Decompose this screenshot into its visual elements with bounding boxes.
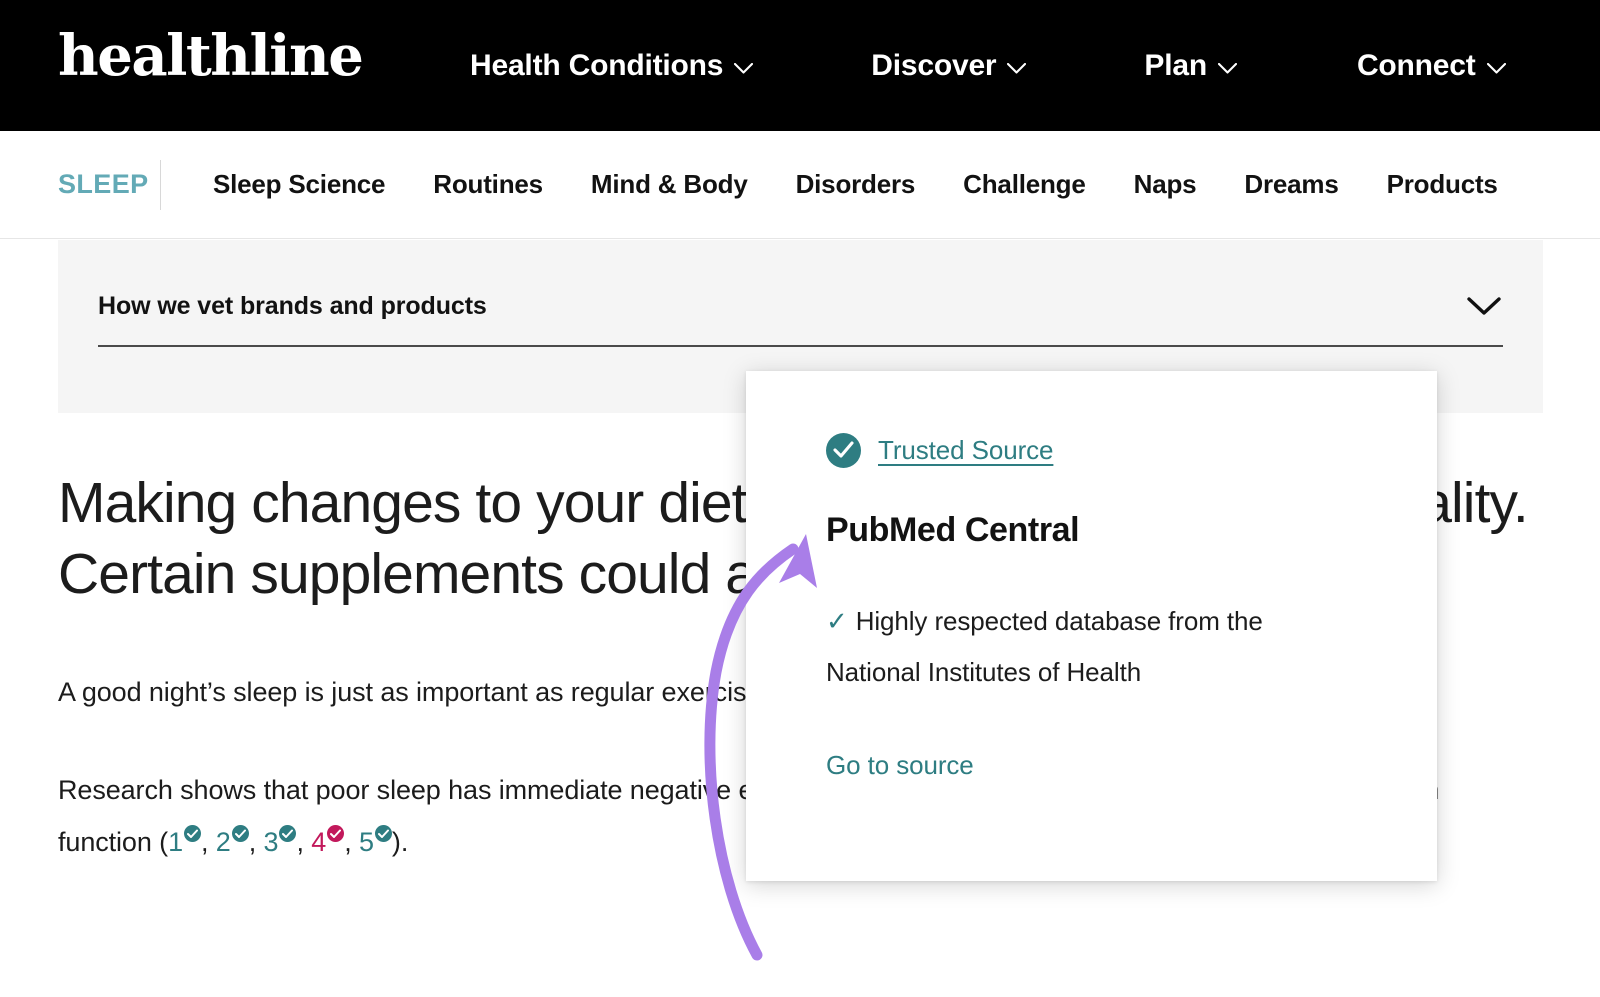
primary-navigation: Health Conditions Discover Plan Connect xyxy=(470,0,1506,131)
subnav-item-dreams[interactable]: Dreams xyxy=(1244,169,1338,200)
chevron-down-icon xyxy=(1486,63,1506,74)
chevron-down-icon xyxy=(1217,63,1237,74)
source-bullet: ✓ Highly respected database from the Nati… xyxy=(826,596,1346,698)
check-circle-icon xyxy=(327,825,345,842)
chevron-down-icon xyxy=(734,63,754,74)
citation-link-3[interactable]: 3 xyxy=(263,825,297,857)
source-bullet-text: Highly respected database from the Natio… xyxy=(826,606,1263,687)
subnav-item-mind-and-body[interactable]: Mind & Body xyxy=(591,169,748,200)
nav-item-label: Discover xyxy=(871,48,997,82)
citation-link-4[interactable]: 4 xyxy=(311,825,345,857)
subnav-item-naps[interactable]: Naps xyxy=(1134,169,1197,200)
page-root: healthline Health Conditions Discover Pl… xyxy=(0,0,1600,997)
subnav-item-products[interactable]: Products xyxy=(1387,169,1498,200)
check-circle-icon xyxy=(826,433,861,468)
how-we-vet-toggle[interactable]: How we vet brands and products xyxy=(98,292,1503,321)
subnav-item-challenge[interactable]: Challenge xyxy=(963,169,1086,200)
citation-separator: , xyxy=(296,827,312,857)
citation-number: 5 xyxy=(359,827,374,857)
nav-item-label: Plan xyxy=(1144,48,1207,82)
citation-link-2[interactable]: 2 xyxy=(215,825,249,857)
chevron-down-icon[interactable] xyxy=(1467,297,1501,316)
trusted-source-card: Trusted Source PubMed Central ✓ Highly re… xyxy=(746,371,1437,881)
nav-item-health-conditions[interactable]: Health Conditions xyxy=(470,48,754,83)
subnav-divider xyxy=(160,160,161,210)
site-masthead: healthline Health Conditions Discover Pl… xyxy=(0,0,1600,131)
paragraph-2-suffix: ). xyxy=(391,827,409,857)
nav-item-label: Connect xyxy=(1356,48,1476,82)
healthline-logo[interactable]: healthline xyxy=(58,28,364,84)
check-circle-icon xyxy=(374,825,392,842)
go-to-source-link[interactable]: Go to source xyxy=(826,750,974,781)
section-navigation: SLEEP Sleep Science Routines Mind & Body… xyxy=(0,131,1600,239)
chevron-down-icon xyxy=(1007,63,1027,74)
nav-item-connect[interactable]: Connect xyxy=(1357,49,1506,83)
citation-separator: , xyxy=(248,827,264,857)
citation-number: 3 xyxy=(263,827,279,857)
subnav-section-label[interactable]: SLEEP xyxy=(58,169,149,200)
citation-link-5[interactable]: 5 xyxy=(359,825,392,857)
nav-item-label: Health Conditions xyxy=(470,48,724,82)
check-circle-icon xyxy=(183,825,201,842)
citation-number: 1 xyxy=(168,827,183,857)
how-we-vet-rule xyxy=(98,345,1503,347)
subnav-item-disorders[interactable]: Disorders xyxy=(796,169,916,200)
trusted-source-card-content: Trusted Source PubMed Central ✓ Highly re… xyxy=(826,433,1366,781)
citation-separator: , xyxy=(344,827,359,857)
how-we-vet-title: How we vet brands and products xyxy=(98,292,487,320)
citation-separator: , xyxy=(200,827,216,857)
trusted-source-link[interactable]: Trusted Source xyxy=(878,435,1053,466)
check-circle-icon xyxy=(279,825,297,842)
nav-item-discover[interactable]: Discover xyxy=(871,48,1027,83)
nav-item-plan[interactable]: Plan xyxy=(1144,49,1237,83)
subnav-item-sleep-science[interactable]: Sleep Science xyxy=(213,169,385,200)
check-icon: ✓ xyxy=(826,606,848,636)
citation-link-1[interactable]: 1 xyxy=(168,825,201,857)
check-circle-icon xyxy=(231,825,249,842)
subnav-item-list: Sleep Science Routines Mind & Body Disor… xyxy=(213,169,1546,200)
subnav-item-routines[interactable]: Routines xyxy=(433,169,543,200)
citation-number: 2 xyxy=(215,827,231,857)
citation-number: 4 xyxy=(311,827,327,857)
trusted-source-row: Trusted Source xyxy=(826,433,1366,468)
source-name: PubMed Central xyxy=(826,511,1080,549)
